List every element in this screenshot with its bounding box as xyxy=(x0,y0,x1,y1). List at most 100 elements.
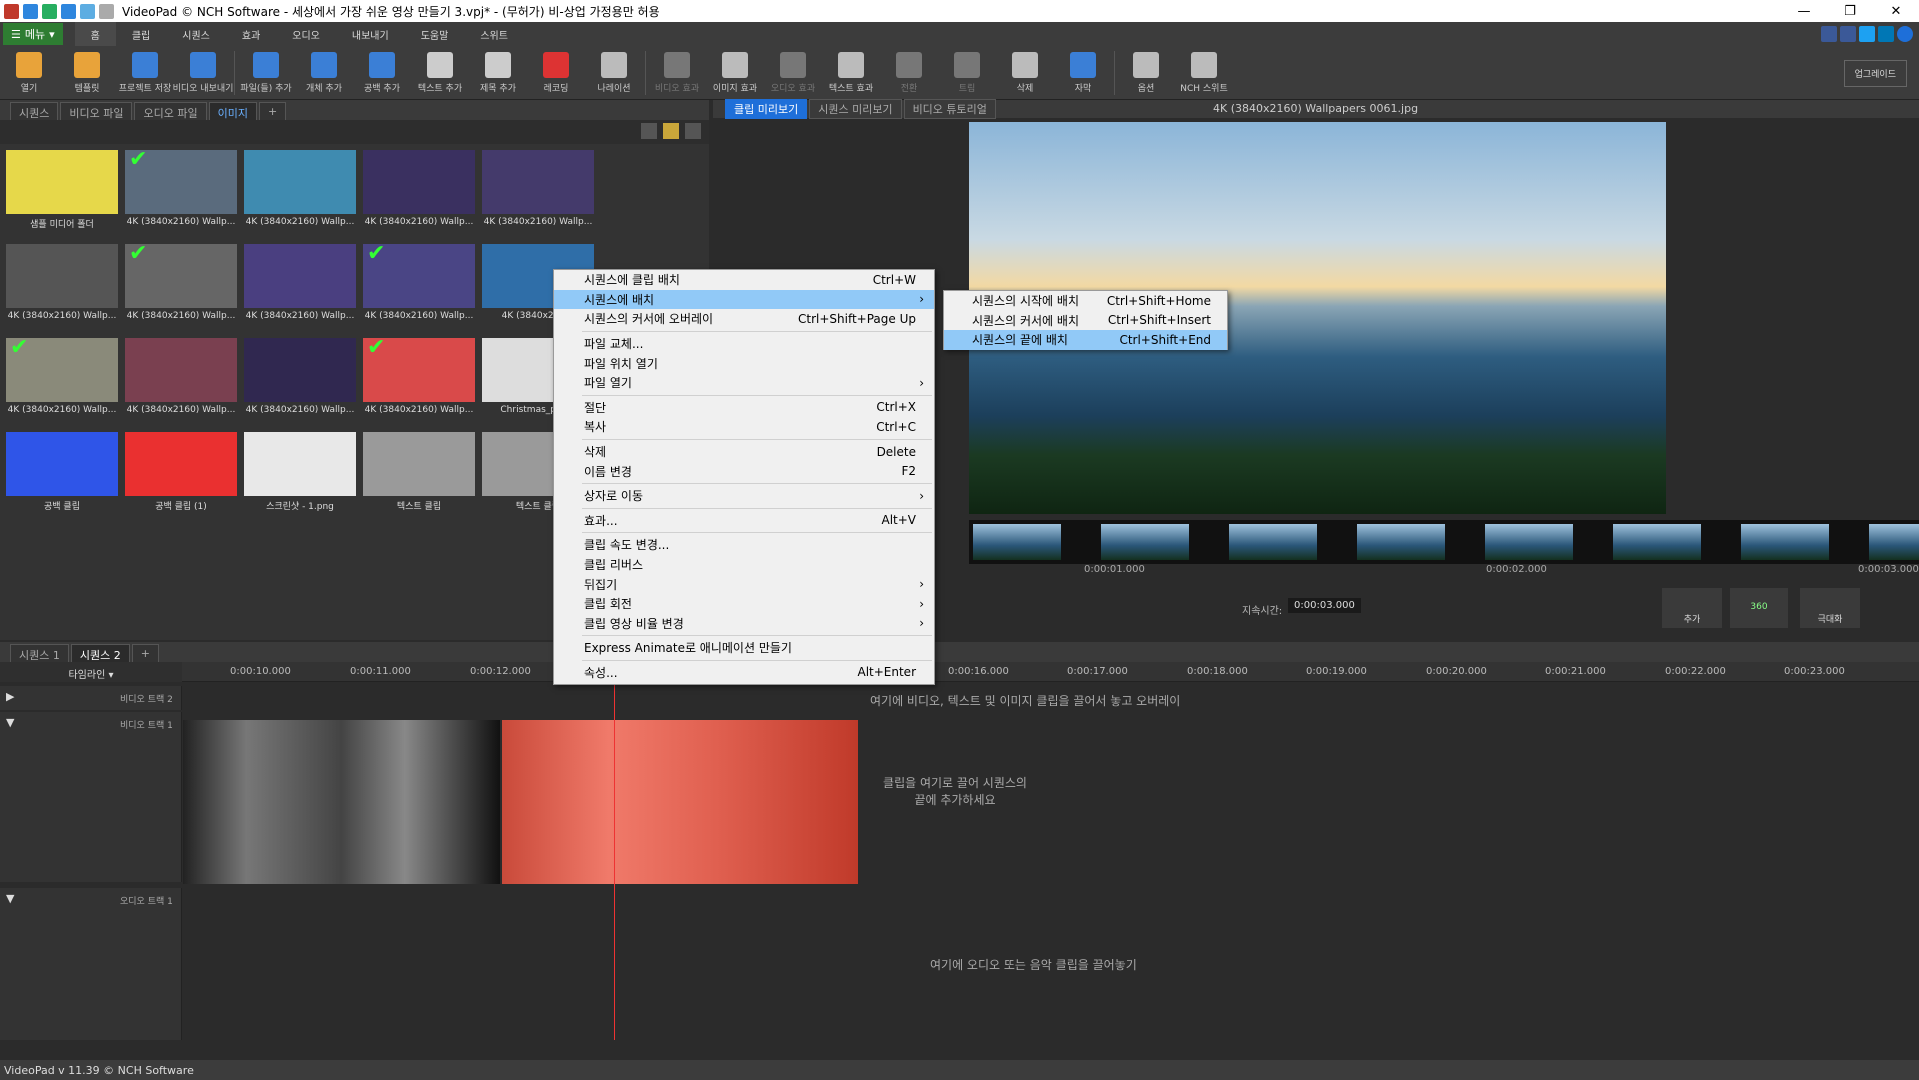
bin-item[interactable]: ✔ 4K (3840x2160) Wallp... xyxy=(125,243,237,321)
bin-item[interactable]: ✔ 4K (3840x2160) Wallp... xyxy=(6,337,118,415)
toolbar-button[interactable]: 프로젝트 저장 xyxy=(116,46,174,100)
main-menu-button[interactable]: ☰ 메뉴 ▾ xyxy=(3,23,63,45)
context-menu-item[interactable]: 클립 회전 › xyxy=(554,594,934,614)
add-tab-button[interactable]: + xyxy=(258,102,287,120)
toolbar-button[interactable]: 개체 추가 xyxy=(295,46,353,100)
close-button[interactable]: ✕ xyxy=(1873,0,1919,22)
menu-tab[interactable]: 효과 xyxy=(226,22,276,46)
playhead[interactable] xyxy=(614,684,615,1040)
toolbar-button[interactable]: 텍스트 추가 xyxy=(411,46,469,100)
menu-tab[interactable]: 클립 xyxy=(116,22,166,46)
bin-delete-icon[interactable] xyxy=(641,123,657,139)
sequence-tab[interactable]: 시퀀스 2 xyxy=(70,644,130,662)
toolbar-button[interactable]: 공백 추가 xyxy=(353,46,411,100)
restore-button[interactable]: ❐ xyxy=(1827,0,1873,22)
toolbar-button[interactable]: 트림 xyxy=(938,46,996,100)
bin-item[interactable]: 텍스트 클립 xyxy=(363,432,475,512)
bin-view-list-icon[interactable] xyxy=(685,123,701,139)
menu-tab[interactable]: 도움말 xyxy=(405,22,465,46)
twitter-icon[interactable] xyxy=(1859,26,1875,42)
context-menu-item[interactable]: 시퀀스에 배치 › xyxy=(554,289,934,310)
context-menu-item[interactable]: 시퀀스에 클립 배치 Ctrl+W xyxy=(554,270,934,290)
timeline-clip-red[interactable] xyxy=(502,720,858,884)
toolbar-button[interactable]: NCH 스위트 xyxy=(1175,46,1233,100)
bin-item[interactable]: ✔ 4K (3840x2160) Wallp... xyxy=(363,243,475,321)
context-menu-item[interactable]: 파일 교체... xyxy=(554,334,934,354)
preview-ruler[interactable]: 0:00:01.000 0:00:02.000 0:00:03.000 xyxy=(940,564,1919,578)
submenu-item[interactable]: 시퀀스의 시작에 배치 Ctrl+Shift+Home xyxy=(944,291,1227,311)
bin-folder-icon[interactable] xyxy=(663,123,679,139)
bin-item[interactable]: 4K (3840x2160) Wallp... xyxy=(482,150,594,227)
360-button[interactable]: 360 xyxy=(1730,588,1788,628)
timeline-ruler[interactable]: 타임라인 ▾ 0:00:10.000 0:00:11.000 0:00:12.000… xyxy=(0,662,1919,682)
bin-item[interactable]: 4K (3840x2160) Wallp... xyxy=(244,338,356,415)
toolbar-button[interactable]: 삭제 xyxy=(996,46,1054,100)
add-button[interactable]: 추가 xyxy=(1662,588,1722,628)
minimize-button[interactable]: — xyxy=(1781,0,1827,22)
quick-open-icon[interactable] xyxy=(42,3,57,19)
toolbar-button[interactable]: 비디오 효과 xyxy=(648,46,706,100)
submenu-item[interactable]: 시퀀스의 커서에 배치 Ctrl+Shift+Insert xyxy=(944,311,1227,331)
toolbar-button[interactable]: 나레이션 xyxy=(585,46,643,100)
preview-tab[interactable]: 시퀀스 미리보기 xyxy=(809,99,902,119)
context-menu-item[interactable]: 파일 위치 열기 xyxy=(554,353,934,373)
bin-item[interactable]: 4K (3840x2160) Wallp... xyxy=(6,244,118,321)
menu-tab[interactable]: 오디오 xyxy=(276,22,336,46)
like-icon[interactable] xyxy=(1821,26,1837,42)
timeline-mode-select[interactable]: 타임라인 ▾ xyxy=(0,662,182,682)
context-menu-item[interactable]: 효과... Alt+V xyxy=(554,511,934,531)
context-menu-item[interactable]: 파일 열기 › xyxy=(554,373,934,393)
context-menu-item[interactable]: 상자로 이동 › xyxy=(554,486,934,506)
linkedin-icon[interactable] xyxy=(1878,26,1894,42)
context-menu-item[interactable]: 뒤집기 › xyxy=(554,574,934,594)
collapse-icon[interactable]: ▼ xyxy=(6,892,14,905)
bin-tab[interactable]: 이미지 xyxy=(208,102,257,120)
menu-tab[interactable]: 스위트 xyxy=(464,22,524,46)
toolbar-button[interactable]: 오디오 효과 xyxy=(764,46,822,100)
upgrade-button[interactable]: 업그레이드 xyxy=(1843,60,1907,87)
menu-tab[interactable]: 시퀀스 xyxy=(166,22,226,46)
context-menu-item[interactable]: 삭제 Delete xyxy=(554,442,934,462)
context-menu-item[interactable]: 속성... Alt+Enter xyxy=(554,663,934,683)
toolbar-button[interactable]: 파일(들) 추가 xyxy=(237,46,295,100)
context-menu-item[interactable]: Express Animate로 애니메이션 만들기 xyxy=(554,638,934,658)
bin-item[interactable]: ✔ 4K (3840x2160) Wallp... xyxy=(363,337,475,415)
submenu-item[interactable]: 시퀀스의 끝에 배치 Ctrl+Shift+End xyxy=(944,330,1227,350)
add-sequence-button[interactable]: + xyxy=(131,644,159,662)
toolbar-button[interactable]: 텍스트 효과 xyxy=(822,46,880,100)
context-menu-item[interactable]: 클립 리버스 xyxy=(554,555,934,575)
bin-item[interactable]: 4K (3840x2160) Wallp... xyxy=(125,338,237,415)
preview-filmstrip[interactable] xyxy=(969,520,1919,564)
quick-new-icon[interactable] xyxy=(23,3,38,19)
bin-item[interactable]: 4K (3840x2160) Wallp... xyxy=(363,150,475,227)
expand-icon[interactable]: ▶ xyxy=(6,690,14,703)
bin-item[interactable]: 공백 클립 (1) xyxy=(125,432,237,512)
toolbar-button[interactable]: 비디오 내보내기 xyxy=(173,46,233,100)
bin-item[interactable]: 4K (3840x2160) Wallp... xyxy=(244,150,356,227)
bin-item[interactable]: ✔ 4K (3840x2160) Wallp... xyxy=(125,149,237,227)
bin-tab[interactable]: 오디오 파일 xyxy=(134,102,207,120)
help-icon[interactable] xyxy=(1897,26,1913,42)
context-menu-item[interactable]: 절단 Ctrl+X xyxy=(554,398,934,418)
quick-save-icon[interactable] xyxy=(61,3,76,19)
toolbar-button[interactable]: 옵션 xyxy=(1117,46,1175,100)
bin-tab[interactable]: 비디오 파일 xyxy=(60,102,133,120)
toolbar-button[interactable]: 제목 추가 xyxy=(469,46,527,100)
toolbar-button[interactable]: 전환 xyxy=(880,46,938,100)
timeline-clip-bw[interactable] xyxy=(183,720,500,884)
bin-item[interactable]: 공백 클립 xyxy=(6,432,118,512)
toolbar-button[interactable]: 열기 xyxy=(0,46,58,100)
context-menu-item[interactable]: 이름 변경 F2 xyxy=(554,461,934,481)
facebook-icon[interactable] xyxy=(1840,26,1856,42)
context-menu-item[interactable]: 시퀀스의 커서에 오버레이 Ctrl+Shift+Page Up xyxy=(554,309,934,329)
preview-tab[interactable]: 비디오 튜토리얼 xyxy=(903,99,996,119)
bin-item[interactable]: 스크린샷 - 1.png xyxy=(244,432,356,512)
toolbar-button[interactable]: 템플릿 xyxy=(58,46,116,100)
toolbar-button[interactable]: 레코딩 xyxy=(527,46,585,100)
bin-item[interactable]: 샘플 미디어 폴더 xyxy=(6,150,118,230)
duration-field[interactable]: 0:00:03.000 xyxy=(1288,598,1361,613)
bin-tab[interactable]: 시퀀스 xyxy=(10,102,59,120)
sequence-tab[interactable]: 시퀀스 1 xyxy=(10,644,69,662)
redo-icon[interactable] xyxy=(99,3,114,19)
menu-tab[interactable]: 내보내기 xyxy=(336,22,405,46)
